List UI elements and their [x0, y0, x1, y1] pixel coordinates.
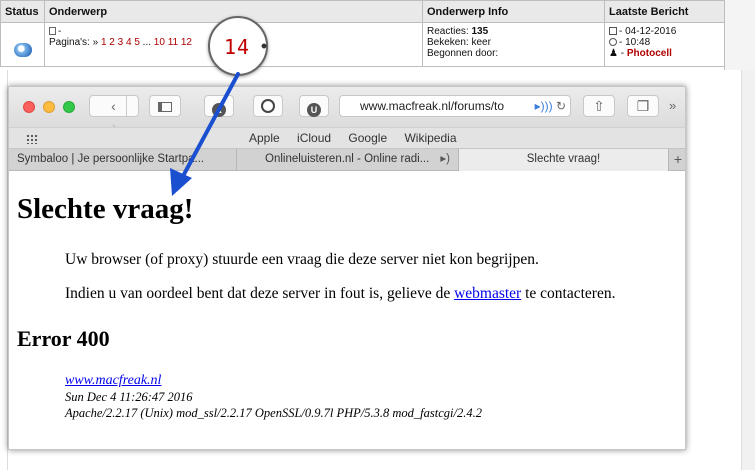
speaker-icon[interactable]: ▸) [437, 149, 450, 170]
minimize-window-button[interactable] [43, 101, 55, 113]
error-contact-paragraph: Indien u van oordeel bent dat deze serve… [65, 285, 615, 303]
new-tab-button[interactable]: + [669, 149, 685, 171]
tab-symbaloo-label: Symbaloo | Je persoonlijke Startpa... [17, 153, 205, 165]
calendar-icon [609, 27, 617, 35]
magnified-page-number: 14 [224, 35, 251, 59]
nav-separator [125, 96, 127, 116]
user-icon: ♟ [609, 48, 618, 59]
tab-slechte-vraag-label: Slechte vraag! [526, 153, 601, 165]
tab-onlineluisteren-label: Onlineluisteren.nl - Online radi... [265, 153, 430, 165]
magnifier-callout: 14 [208, 16, 268, 76]
pages-ellipsis: ... [142, 37, 152, 48]
page-left-margin [0, 70, 8, 470]
reload-icon[interactable]: ↻ [556, 99, 566, 113]
error-description: Uw browser (of proxy) stuurde een vraag … [65, 251, 539, 268]
favorite-wikipedia[interactable]: Wikipedia [404, 131, 456, 145]
last-post-user-link[interactable]: Photocell [627, 48, 672, 59]
replies-label: Reacties: [427, 26, 469, 37]
favorite-icloud[interactable]: iCloud [297, 131, 331, 145]
tabs-overview-icon: ❐ [636, 98, 650, 114]
error-code-heading: Error 400 [17, 326, 110, 351]
nav-buttons: ‹› [89, 95, 139, 134]
page-link-10[interactable]: 10 [154, 37, 165, 48]
browser-window: ‹› ▲ U www.macfreak.nl/forums/to ▸))) ↻ … [8, 86, 686, 450]
sidebar-icon [158, 102, 172, 112]
extension-3-icon: U [307, 103, 321, 117]
favorite-google[interactable]: Google [348, 131, 387, 145]
server-signature: www.macfreak.nl Sun Dec 4 11:26:47 2016 … [65, 372, 482, 421]
page-link-12[interactable]: 12 [181, 37, 192, 48]
user-prefix: - [620, 48, 625, 59]
tab-slechte-vraag[interactable]: Slechte vraag! [459, 149, 669, 171]
address-bar[interactable]: www.macfreak.nl/forums/to ▸))) ↻ [339, 95, 571, 117]
header-topic-info: Onderwerp Info [422, 0, 605, 23]
address-bar-url: www.macfreak.nl/forums/to [360, 99, 505, 113]
sidebar-toggle-button[interactable] [149, 95, 181, 117]
top-sites-grid-icon[interactable] [26, 134, 39, 144]
audio-playing-icon[interactable]: ▸))) [535, 99, 553, 113]
zoom-window-button[interactable] [63, 101, 75, 113]
topic-icon [49, 27, 56, 35]
subject-text: - [58, 26, 62, 37]
page-link-3[interactable]: 3 [118, 37, 124, 48]
page-right-margin [686, 70, 755, 470]
share-button[interactable]: ⇧ [583, 95, 615, 117]
toolbar-overflow-button[interactable]: » [669, 98, 676, 113]
favorites-list: Apple iCloud Google Wikipedia [249, 131, 471, 145]
page-link-2[interactable]: 2 [109, 37, 115, 48]
site-home-link[interactable]: www.macfreak.nl [65, 373, 161, 388]
back-button[interactable]: ‹ [102, 96, 126, 116]
page-link-1[interactable]: 1 [101, 37, 107, 48]
extension-1-icon: ▲ [212, 103, 226, 117]
header-status: Status [0, 0, 45, 23]
table-row: - Pagina's: » 1 2 3 4 5 ... 10 11 12 Rea… [0, 22, 725, 67]
topic-status-icon [13, 43, 32, 57]
scrollbar[interactable] [741, 70, 755, 470]
header-last-post: Laatste Bericht [604, 0, 725, 23]
share-icon: ⇧ [593, 98, 605, 114]
table-edge [724, 0, 755, 70]
close-window-button[interactable] [23, 101, 35, 113]
page-title: Slechte vraag! [17, 193, 194, 225]
contact-text-before: Indien u van oordeel bent dat deze serve… [65, 285, 451, 302]
started-by-text: Begonnen door: [427, 48, 499, 59]
clock-icon [609, 38, 617, 46]
views-text: Bekeken: keer [427, 37, 491, 48]
tab-bar: Symbaloo | Je persoonlijke Startpa... On… [9, 149, 685, 171]
last-post-date: - 04-12-2016 [619, 26, 677, 37]
page-link-5[interactable]: 5 [134, 37, 140, 48]
page-link-4[interactable]: 4 [126, 37, 132, 48]
extension-2-icon [261, 99, 275, 113]
status-cell [0, 22, 45, 67]
server-date: Sun Dec 4 11:26:47 2016 [65, 390, 193, 404]
address-bar-actions: ▸))) ↻ [530, 96, 566, 116]
webmaster-link[interactable]: webmaster [454, 285, 521, 302]
pages-prefix: Pagina's: » [49, 37, 99, 48]
page-link-11[interactable]: 11 [168, 37, 178, 48]
cursor-icon [260, 42, 268, 50]
extension-button-2[interactable] [253, 95, 283, 117]
replies-count: 135 [471, 26, 489, 37]
tab-symbaloo[interactable]: Symbaloo | Je persoonlijke Startpa... [9, 149, 237, 171]
page-content: Slechte vraag! Uw browser (of proxy) stu… [9, 172, 685, 449]
server-software: Apache/2.2.17 (Unix) mod_ssl/2.2.17 Open… [65, 406, 482, 420]
browser-toolbar: ‹› ▲ U www.macfreak.nl/forums/to ▸))) ↻ … [9, 87, 685, 134]
topic-info-cell: Reacties: 135 Bekeken: keer Begonnen doo… [422, 22, 605, 67]
show-tabs-button[interactable]: ❐ [627, 95, 659, 117]
extension-button-3[interactable]: U [299, 95, 329, 117]
extension-button-1[interactable]: ▲ [204, 95, 234, 117]
last-post-time: - 10:48 [619, 37, 651, 48]
favorites-bar: Apple iCloud Google Wikipedia [9, 127, 685, 149]
contact-text-after: te contacteren. [525, 285, 616, 302]
tab-onlineluisteren[interactable]: Onlineluisteren.nl - Online radi... ▸) [237, 149, 459, 171]
forum-topic-table: Status Onderwerp Onderwerp Info Laatste … [0, 0, 755, 70]
last-post-cell: - 04-12-2016 - 10:48 ♟ - Photocell [604, 22, 725, 67]
favorite-apple[interactable]: Apple [249, 131, 280, 145]
